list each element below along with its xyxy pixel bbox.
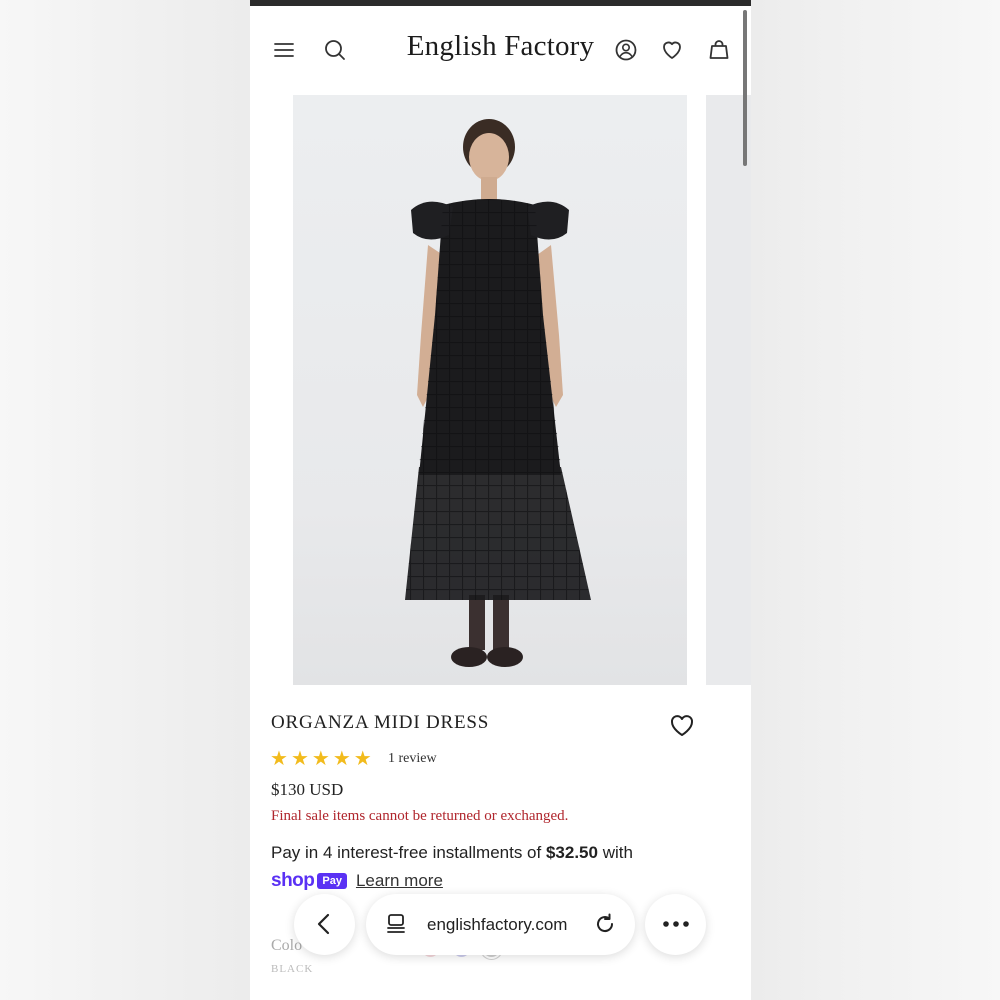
star-icon: ★	[270, 748, 288, 770]
address-bar[interactable]: englishfactory.com	[366, 894, 635, 955]
back-button[interactable]	[294, 894, 355, 955]
color-value: BLACK	[271, 963, 314, 975]
star-icon: ★	[290, 748, 309, 770]
status-bar	[250, 0, 751, 6]
star-icon: ★	[353, 748, 372, 770]
review-count-link[interactable]: 1 review	[388, 751, 437, 767]
product-price: $130 USD	[271, 780, 344, 799]
add-to-wishlist-button[interactable]	[667, 710, 697, 740]
installments-prefix: Pay in 4 interest-free installments of	[271, 843, 546, 862]
scrollbar[interactable]	[743, 10, 747, 166]
product-title: ORGANZA MIDI DRESS	[271, 712, 490, 733]
shop-pay-logo: shop	[271, 870, 315, 891]
shop-pay-badge: Pay	[317, 873, 347, 889]
more-dots-icon	[663, 921, 689, 927]
account-icon[interactable]	[612, 36, 640, 64]
installments-amount: $32.50	[545, 843, 598, 862]
bag-icon[interactable]	[705, 36, 733, 64]
installments-text: Pay in 4 interest-free installments of $…	[271, 843, 633, 863]
heart-icon[interactable]	[658, 36, 686, 64]
product-image[interactable]	[293, 95, 687, 685]
reload-icon[interactable]	[593, 912, 617, 936]
chevron-left-icon	[317, 913, 330, 935]
mobile-viewport: English Factory ORGANZA MIDI DRESS ★ ★ ★…	[250, 0, 751, 1000]
next-product-image[interactable]	[706, 95, 751, 685]
more-options-button[interactable]	[645, 894, 706, 955]
installments-suffix: with	[597, 843, 633, 862]
tabs-icon[interactable]	[384, 912, 408, 936]
blurred-background-left	[0, 0, 250, 1000]
shop-pay-row: shop Pay Learn more	[271, 870, 443, 892]
blurred-background-right	[751, 0, 1000, 1000]
final-sale-notice: Final sale items cannot be returned or e…	[271, 808, 569, 824]
star-icon: ★	[311, 748, 330, 770]
rating-stars[interactable]: ★ ★ ★ ★ ★	[270, 749, 372, 769]
url-text[interactable]: englishfactory.com	[427, 915, 567, 935]
learn-more-link[interactable]: Learn more	[356, 871, 443, 891]
star-icon: ★	[332, 748, 351, 770]
